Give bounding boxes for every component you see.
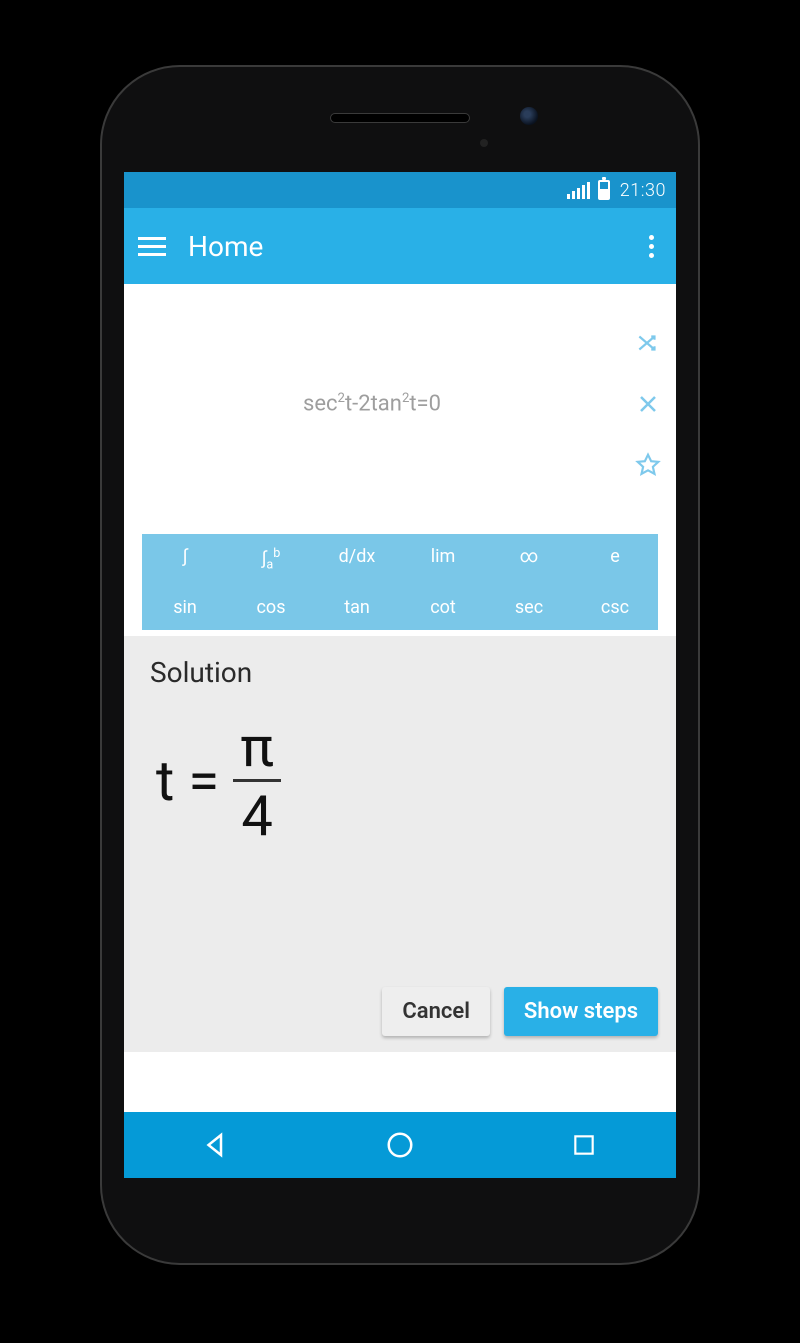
nav-bar xyxy=(124,1112,676,1178)
signal-icon xyxy=(567,181,590,199)
solution-eq: = xyxy=(188,753,219,809)
key-sec[interactable]: sec xyxy=(486,585,572,630)
home-button[interactable] xyxy=(370,1115,430,1175)
key-csc[interactable]: csc xyxy=(572,585,658,630)
back-button[interactable] xyxy=(186,1115,246,1175)
menu-icon[interactable] xyxy=(138,237,166,256)
equation-display[interactable]: sec2t-2tan2t=0 xyxy=(124,284,620,524)
cancel-button[interactable]: Cancel xyxy=(382,987,490,1036)
key-sin[interactable]: sin xyxy=(142,585,228,630)
page-title: Home xyxy=(188,230,619,263)
close-icon[interactable] xyxy=(636,392,660,416)
equation-input-area: sec2t-2tan2t=0 xyxy=(124,284,676,524)
key-integral[interactable]: ∫ xyxy=(142,534,228,585)
key-cot[interactable]: cot xyxy=(400,585,486,630)
device-frame: 21:30 Home sec2t-2tan2t=0 xyxy=(100,65,700,1265)
phone-speaker xyxy=(330,113,470,123)
keypad: ∫ ∫ab d/dx lim ∞ e sin cos tan cot sec c… xyxy=(124,524,676,636)
status-clock: 21:30 xyxy=(620,180,666,201)
phone-camera xyxy=(520,107,538,125)
key-limit[interactable]: lim xyxy=(400,534,486,585)
solution-numerator: π xyxy=(234,719,279,779)
key-e[interactable]: e xyxy=(572,534,658,585)
equation-text: sec2t-2tan2t=0 xyxy=(303,391,441,416)
key-tan[interactable]: tan xyxy=(314,585,400,630)
keypad-grid: ∫ ∫ab d/dx lim ∞ e sin cos tan cot sec c… xyxy=(142,534,658,630)
key-derivative[interactable]: d/dx xyxy=(314,534,400,585)
star-icon[interactable] xyxy=(635,452,661,478)
solution-fraction: π 4 xyxy=(233,719,281,844)
screen: 21:30 Home sec2t-2tan2t=0 xyxy=(124,172,676,1178)
show-steps-button[interactable]: Show steps xyxy=(504,987,658,1036)
recents-button[interactable] xyxy=(554,1115,614,1175)
phone-sensor xyxy=(480,139,488,147)
key-definite-integral[interactable]: ∫ab xyxy=(228,534,314,585)
app-bar: Home xyxy=(124,208,676,284)
solution-panel: Solution t = π 4 Cancel Show steps xyxy=(124,636,676,1052)
keypad-row-2: sin cos tan cot sec csc xyxy=(142,585,658,630)
solution-formula: t = π 4 xyxy=(156,719,658,844)
status-bar: 21:30 xyxy=(124,172,676,208)
keypad-row-1: ∫ ∫ab d/dx lim ∞ e xyxy=(142,534,658,585)
input-side-actions xyxy=(620,284,676,524)
solution-denominator: 4 xyxy=(241,782,272,844)
key-infinity[interactable]: ∞ xyxy=(486,534,572,585)
key-cos[interactable]: cos xyxy=(228,585,314,630)
battery-icon xyxy=(598,180,610,200)
shuffle-icon[interactable] xyxy=(635,330,661,356)
solution-actions: Cancel Show steps xyxy=(150,987,658,1036)
solution-title: Solution xyxy=(150,656,658,689)
solution-lhs: t xyxy=(156,753,174,809)
overflow-menu-icon[interactable] xyxy=(641,227,662,266)
